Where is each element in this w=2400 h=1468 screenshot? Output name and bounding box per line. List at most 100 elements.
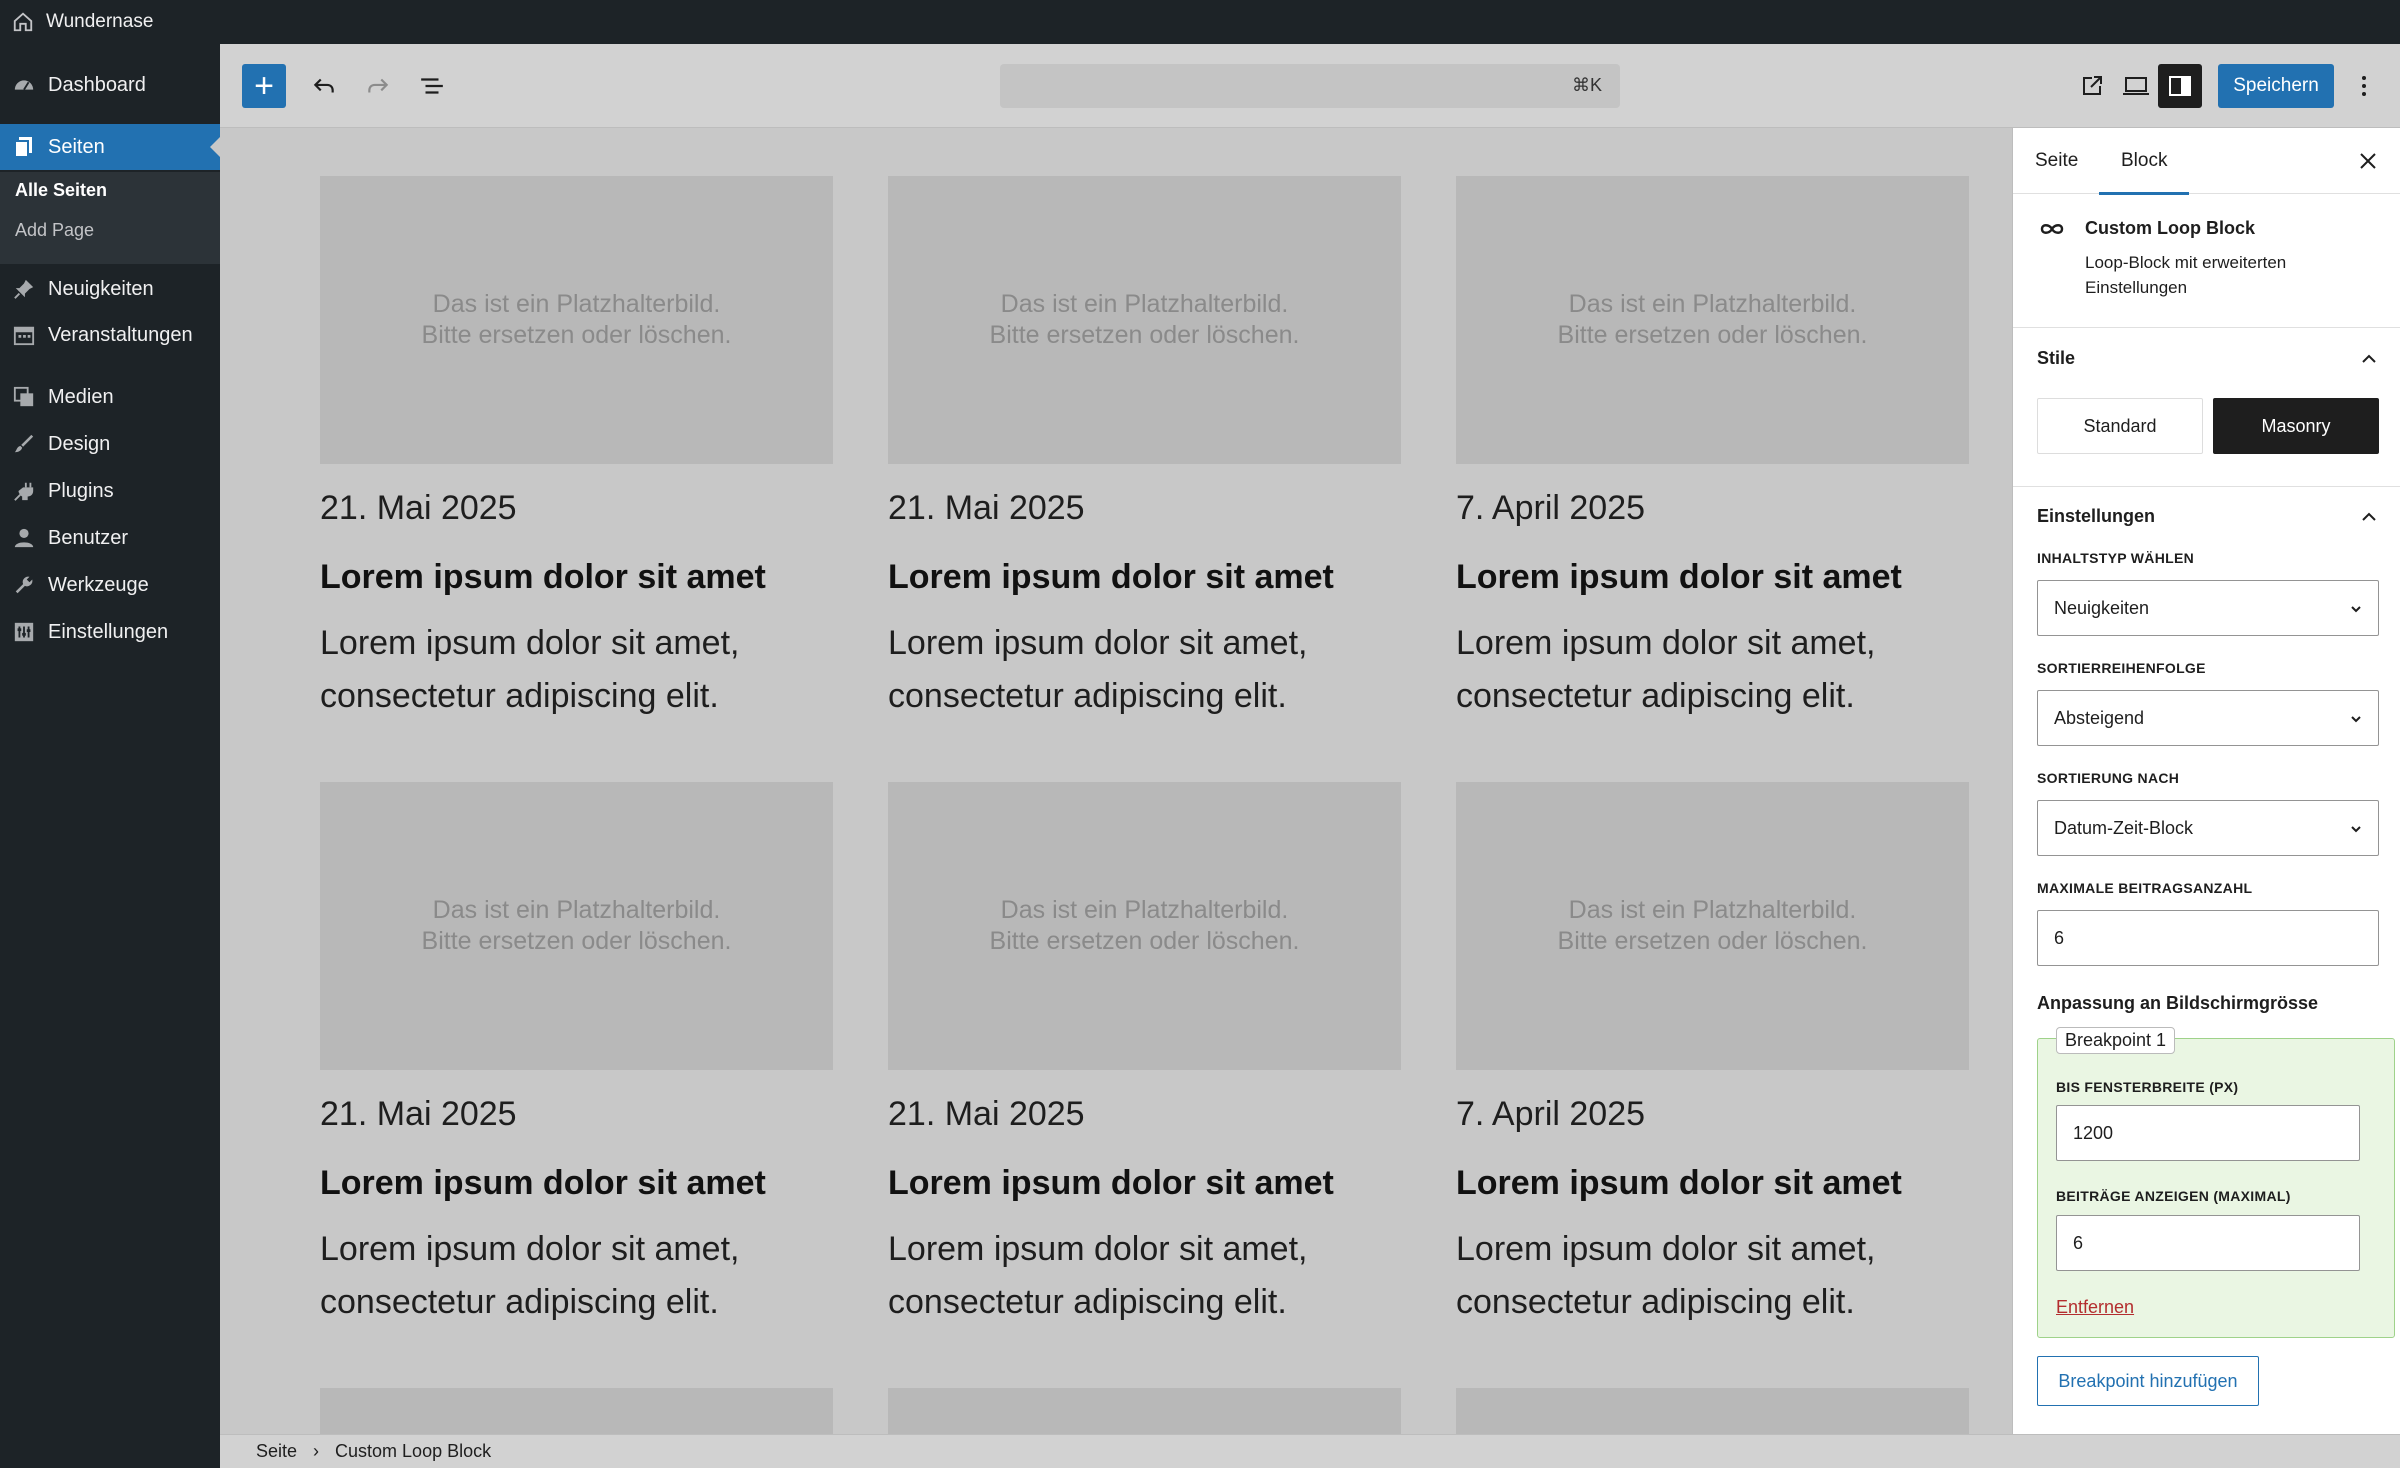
- sort-by-label: Sortierung nach: [2037, 770, 2180, 786]
- calendar-icon: [12, 323, 36, 347]
- device-preview-button[interactable]: [2114, 64, 2158, 108]
- settings-panel-toggle[interactable]: Einstellungen: [2037, 501, 2377, 531]
- placeholder-image[interactable]: Das ist ein Platzhalterbild. Bitte ersetz…: [320, 782, 833, 1070]
- styles-panel-toggle[interactable]: Stile: [2037, 343, 2377, 373]
- sidebar-item-plugins[interactable]: Plugins: [0, 468, 220, 514]
- excerpt-line: Lorem ipsum dolor sit amet,: [1456, 1230, 1876, 1268]
- post-excerpt: Lorem ipsum dolor sit amet, consectetur a…: [1456, 617, 1969, 723]
- tab-seite[interactable]: Seite: [2035, 128, 2078, 194]
- max-posts-input[interactable]: 6: [2037, 910, 2379, 966]
- post-title: Lorem ipsum dolor sit amet: [320, 558, 766, 596]
- chevron-up-icon: [2362, 354, 2376, 363]
- styles-heading: Stile: [2037, 347, 2076, 368]
- post-date: 21. Mai 2025: [888, 489, 1085, 527]
- post-card[interactable]: Das ist ein Platzhalterbild. Bitte ersetz…: [320, 176, 833, 723]
- responsive-heading: Anpassung an Bildschirmgrösse: [2037, 992, 2319, 1013]
- post-card[interactable]: Das ist ein Platzhalterbild. Bitte ersetz…: [888, 782, 1401, 1329]
- sidebar-item-dashboard[interactable]: Dashboard: [0, 62, 220, 108]
- sidebar-item-seiten[interactable]: Seiten: [0, 124, 220, 170]
- sidebar-item-medien[interactable]: Medien: [0, 374, 220, 420]
- options-menu-button[interactable]: [2346, 64, 2382, 108]
- post-date: 7. April 2025: [1456, 1095, 1646, 1133]
- content-type-label: Inhaltstyp wählen: [2037, 550, 2195, 566]
- add-breakpoint-button[interactable]: Breakpoint hinzufügen: [2037, 1356, 2259, 1406]
- sidebar-item-einstellungen[interactable]: Einstellungen: [0, 609, 220, 655]
- post-date: 7. April 2025: [1456, 489, 1646, 527]
- post-card[interactable]: Das ist ein Platzhalterbild. Bitte ersetz…: [1456, 176, 1969, 723]
- placeholder-image[interactable]: Das ist ein Platzhalterbild. Bitte ersetz…: [888, 782, 1401, 1070]
- redo-icon: [368, 78, 389, 93]
- max-width-label: Bis Fensterbreite (px): [2056, 1079, 2239, 1095]
- close-panel-button[interactable]: [2351, 144, 2385, 178]
- settings-sidebar-toggle[interactable]: [2158, 64, 2202, 108]
- block-name: Custom Loop Block: [2085, 218, 2255, 238]
- placeholder-image[interactable]: Das ist ein Platzhalterbild. Bitte ersetz…: [1456, 176, 1969, 464]
- max-width-input[interactable]: 1200: [2056, 1105, 2360, 1161]
- sidebar-item-label: Veranstaltungen: [48, 323, 193, 346]
- placeholder-image[interactable]: Das ist ein Platzhalterbild. Bitte ersetz…: [1456, 782, 1969, 1070]
- dashboard-icon: [12, 73, 36, 97]
- sort-by-value: Datum-Zeit-Block: [2054, 817, 2194, 838]
- post-card[interactable]: Das ist ein Platzhalterbild. Bitte ersetz…: [1456, 782, 1969, 1329]
- placeholder-text: Bitte ersetzen oder löschen.: [421, 321, 732, 349]
- posts-shown-input[interactable]: 6: [2056, 1215, 2360, 1271]
- desktop-icon: [2123, 77, 2149, 95]
- sidebar-item-veranstaltungen[interactable]: Veranstaltungen: [0, 312, 220, 358]
- post-card[interactable]: Das ist ein Platzhalterbild. Bitte ersetz…: [320, 782, 833, 1329]
- editor-canvas[interactable]: Das ist ein Platzhalterbild. Bitte ersetz…: [220, 128, 2012, 1434]
- post-date: 21. Mai 2025: [888, 1095, 1085, 1133]
- breakpoint-group: Breakpoint 1 Bis Fensterbreite (px) 1200…: [2037, 1027, 2395, 1338]
- excerpt-line: Lorem ipsum dolor sit amet,: [320, 1230, 740, 1268]
- style-masonry-button[interactable]: Masonry: [2213, 398, 2379, 454]
- post-card-partial[interactable]: [888, 1388, 1401, 1434]
- sort-order-select[interactable]: Absteigend: [2037, 690, 2379, 746]
- post-date: 21. Mai 2025: [320, 1095, 517, 1133]
- breadcrumb-root[interactable]: Seite: [256, 1441, 297, 1462]
- placeholder-image[interactable]: [1456, 1388, 1969, 1434]
- placeholder-image[interactable]: Das ist ein Platzhalterbild. Bitte ersetz…: [320, 176, 833, 464]
- post-card-partial[interactable]: [1456, 1388, 1969, 1434]
- wrench-icon: [12, 573, 36, 597]
- block-description: Loop-Block mit erweiterten Einstellungen: [2085, 253, 2287, 297]
- breadcrumb-separator: ›: [313, 1441, 320, 1461]
- content-type-select[interactable]: Neuigkeiten: [2037, 580, 2379, 636]
- undo-button[interactable]: [302, 64, 346, 108]
- post-date: 21. Mai 2025: [320, 489, 517, 527]
- view-page-button[interactable]: [2070, 64, 2114, 108]
- chevron-down-icon: [2351, 826, 2361, 833]
- post-excerpt: Lorem ipsum dolor sit amet, consectetur a…: [888, 617, 1401, 723]
- document-overview-button[interactable]: [410, 64, 454, 108]
- placeholder-text: Das ist ein Platzhalterbild.: [432, 896, 721, 924]
- placeholder-image[interactable]: [320, 1388, 833, 1434]
- excerpt-line: consectetur adipiscing elit.: [1456, 1283, 1855, 1321]
- sidebar-item-werkzeuge[interactable]: Werkzeuge: [0, 562, 220, 608]
- sidebar-item-design[interactable]: Design: [0, 421, 220, 467]
- redo-button[interactable]: [356, 64, 400, 108]
- post-card-partial[interactable]: [320, 1388, 833, 1434]
- sidebar-item-neuigkeiten[interactable]: Neuigkeiten: [0, 266, 220, 312]
- add-block-button[interactable]: +: [242, 64, 286, 108]
- brush-icon: [12, 432, 36, 456]
- command-shortcut: ⌘K: [1571, 75, 1602, 95]
- sort-by-select[interactable]: Datum-Zeit-Block: [2037, 800, 2379, 856]
- command-palette-bar[interactable]: ⌘K: [1000, 64, 1620, 108]
- plugin-icon: [12, 479, 36, 503]
- placeholder-image[interactable]: [888, 1388, 1401, 1434]
- settings-icon: [12, 620, 36, 644]
- save-button[interactable]: Speichern: [2218, 64, 2334, 108]
- content-type-value: Neuigkeiten: [2054, 597, 2150, 618]
- post-title: Lorem ipsum dolor sit amet: [1456, 558, 1902, 596]
- sidebar-item-benutzer[interactable]: Benutzer: [0, 515, 220, 561]
- placeholder-image[interactable]: Das ist ein Platzhalterbild. Bitte ersetz…: [888, 176, 1401, 464]
- breadcrumb-current[interactable]: Custom Loop Block: [335, 1441, 491, 1462]
- style-standard-button[interactable]: Standard: [2037, 398, 2203, 454]
- site-name-link[interactable]: Wundernase: [46, 11, 153, 33]
- submenu-all-pages[interactable]: Alle Seiten: [15, 180, 107, 201]
- tab-block[interactable]: Block: [2098, 128, 2191, 195]
- submenu-seiten: Alle Seiten Add Page: [0, 172, 220, 264]
- submenu-add-page[interactable]: Add Page: [15, 220, 94, 241]
- max-posts-label: Maximale Beitragsanzahl: [2037, 880, 2253, 896]
- post-card[interactable]: Das ist ein Platzhalterbild. Bitte ersetz…: [888, 176, 1401, 723]
- remove-breakpoint-link[interactable]: Entfernen: [2056, 1297, 2134, 1318]
- home-icon[interactable]: [12, 11, 34, 33]
